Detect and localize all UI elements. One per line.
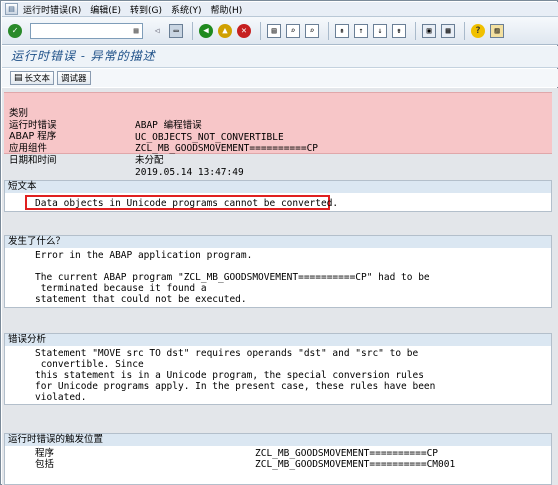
sap-window: ▤ 运行时错误(R) 编辑(E) 转到(G) 系统(Y) 帮助(H) ✓ ▦ ◁…: [0, 0, 558, 485]
cancel-icon: ✕: [237, 23, 251, 38]
next-page-icon: ↓: [373, 23, 387, 38]
standard-toolbar: ✓ ▦ ◁ ▭ ◀ ▲ ✕ ▤ ⌕ ⌕ ⇞ ↑ ↓ ⇟ ▣ ▦ ? ▨: [2, 17, 558, 45]
checkmark-icon: ✓: [8, 23, 22, 38]
header-row-application-component: 应用组件 未分配: [9, 131, 164, 166]
section-trigger-location: 运行时错误的触发位置 程序 ZCL_MB_GOODSMOVEMENT======…: [4, 433, 552, 485]
menu-help[interactable]: 帮助(H): [211, 3, 243, 16]
first-page-icon: ⇞: [335, 23, 349, 38]
text-line: Statement "MOVE src TO dst" requires ope…: [35, 348, 419, 359]
shortcut-button[interactable]: ▦: [440, 23, 456, 39]
menu-runtime-error[interactable]: 运行时错误(R): [23, 3, 81, 16]
previous-page-button[interactable]: ↑: [353, 23, 369, 39]
new-session-icon: ▣: [422, 23, 436, 38]
new-session-button[interactable]: ▣: [421, 23, 437, 39]
back-icon: ◀: [199, 23, 213, 38]
previous-page-icon: ↑: [354, 23, 368, 38]
text-line: Error in the ABAP application program.: [35, 250, 253, 261]
last-page-icon: ⇟: [392, 23, 406, 38]
customize-layout-button[interactable]: ▨: [489, 23, 505, 39]
menu-edit[interactable]: 编辑(E): [90, 3, 121, 16]
error-content-area: 类别 ABAP 编程错误 运行时错误 UC_OBJECTS_NOT_CONVER…: [2, 88, 558, 485]
header-key: 日期和时间: [9, 155, 57, 166]
next-page-button[interactable]: ↓: [372, 23, 388, 39]
toolbar-separator: [192, 21, 193, 40]
toolbar-separator: [260, 21, 261, 40]
text-line: this statement is in a Unicode program, …: [35, 370, 424, 381]
exit-icon: ▲: [218, 23, 232, 38]
application-toolbar: ▤ 长文本 调试器: [2, 69, 558, 87]
menu-bar: ▤ 运行时错误(R) 编辑(E) 转到(G) 系统(Y) 帮助(H): [2, 2, 558, 17]
find-next-button[interactable]: ⌕: [304, 23, 320, 39]
short-text-line: Data objects in Unicode programs cannot …: [35, 198, 339, 209]
history-dropdown-icon[interactable]: ▦: [131, 25, 141, 37]
print-icon: ▤: [267, 23, 281, 38]
text-line: terminated because it found a: [35, 283, 207, 294]
section-heading: 短文本: [5, 181, 551, 193]
debugger-label: 调试器: [61, 74, 87, 84]
trigger-key: 包括: [35, 459, 55, 470]
header-row-date-time: 日期和时间 2019.05.14 13:47:49: [9, 143, 244, 178]
toolbar-separator: [415, 21, 416, 40]
text-line: violated.: [35, 392, 87, 403]
section-error-analysis: 错误分析 Statement "MOVE src TO dst" require…: [4, 333, 552, 405]
long-text-button[interactable]: ▤ 长文本: [10, 71, 55, 85]
menu-system[interactable]: 系统(Y): [171, 3, 202, 16]
section-heading: 错误分析: [5, 334, 551, 346]
enter-button[interactable]: ✓: [7, 23, 23, 39]
text-line: convertible. Since: [35, 359, 144, 370]
help-icon: ?: [471, 23, 485, 38]
cancel-button[interactable]: ✕: [236, 23, 252, 39]
help-button[interactable]: ?: [470, 23, 486, 39]
last-page-button[interactable]: ⇟: [391, 23, 407, 39]
print-button[interactable]: ▤: [266, 23, 282, 39]
find-button[interactable]: ⌕: [285, 23, 301, 39]
save-icon: ▭: [169, 23, 183, 38]
first-page-button[interactable]: ⇞: [334, 23, 350, 39]
find-icon: ⌕: [286, 23, 300, 38]
sap-logo-icon[interactable]: ▤: [5, 3, 18, 15]
save-button[interactable]: ▭: [168, 23, 184, 39]
text-line: statement that could not be executed.: [35, 294, 247, 305]
back-button[interactable]: ◀: [198, 23, 214, 39]
section-heading: 运行时错误的触发位置: [5, 434, 551, 446]
section-what-happened: 发生了什么？ Error in the ABAP application pro…: [4, 235, 552, 308]
error-header-block: 类别 ABAP 编程错误 运行时错误 UC_OBJECTS_NOT_CONVER…: [4, 92, 552, 178]
find-next-icon: ⌕: [305, 23, 319, 38]
header-row-category: 类别 ABAP 编程错误: [9, 96, 202, 131]
long-text-label: 长文本: [24, 74, 51, 84]
menu-goto[interactable]: 转到(G): [130, 3, 162, 16]
header-value: 2019.05.14 13:47:49: [135, 167, 244, 178]
customize-layout-icon: ▨: [490, 23, 504, 38]
trigger-key: 程序: [35, 448, 55, 459]
collapse-icon[interactable]: ◁: [149, 23, 165, 39]
toolbar-separator: [464, 21, 465, 40]
toolbar-separator: [328, 21, 329, 40]
text-line: The current ABAP program "ZCL_MB_GOODSMO…: [35, 272, 430, 283]
header-row-abap-program: ABAP 程序 ZCL_MB_GOODSMOVEMENT==========CP: [9, 119, 318, 154]
document-icon: ▤: [14, 73, 23, 83]
text-line: for Unicode programs apply. In the prese…: [35, 381, 436, 392]
header-value: 未分配: [135, 155, 164, 166]
exit-button[interactable]: ▲: [217, 23, 233, 39]
header-value: ZCL_MB_GOODSMOVEMENT==========CP: [135, 143, 319, 154]
trigger-value: ZCL_MB_GOODSMOVEMENT==========CP: [255, 448, 439, 459]
trigger-value: ZCL_MB_GOODSMOVEMENT==========CM001: [255, 459, 456, 470]
shortcut-icon: ▦: [441, 23, 455, 38]
debugger-button[interactable]: 调试器: [57, 71, 91, 85]
section-short-text: 短文本 Data objects in Unicode programs can…: [4, 180, 552, 212]
section-heading: 发生了什么？: [5, 236, 551, 248]
page-title: 运行时错误 - 异常的描述: [2, 46, 558, 68]
header-value: ABAP 编程错误: [135, 120, 202, 131]
command-field[interactable]: ▦: [30, 22, 143, 39]
